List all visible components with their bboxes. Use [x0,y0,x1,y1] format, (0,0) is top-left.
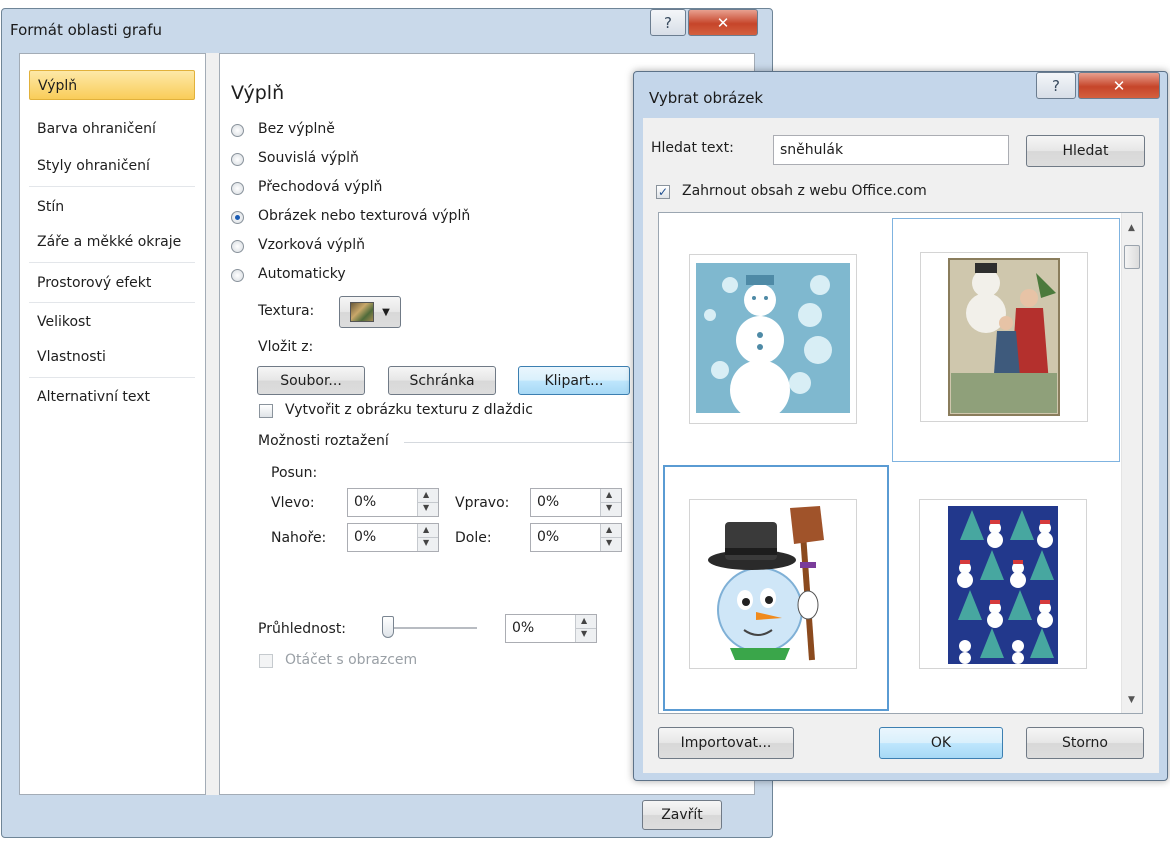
rotate-with-shape-checkbox[interactable] [259,654,273,668]
cancel-button[interactable]: Storno [1026,727,1144,759]
rotate-with-shape-label: Otáčet s obrazcem [285,652,418,668]
nav-item-3d-effect[interactable]: Prostorový efekt [29,268,195,298]
search-input[interactable]: sněhulák [773,135,1009,165]
chevron-down-icon: ▼ [382,306,390,318]
picture-dialog-title: Vybrat obrázek [649,89,764,107]
nav-item-glow-soft-edges[interactable]: Záře a měkké okraje [29,227,195,257]
radio-picture-texture-fill-label: Obrázek nebo texturová výplň [258,208,471,224]
help-icon[interactable]: ? [650,9,686,36]
nav-item-size[interactable]: Velikost [29,307,195,337]
close-window-button[interactable]: ✕ [688,9,758,36]
include-office-label: Zahrnout obsah z webu Office.com [682,183,927,199]
nav-separator [29,186,195,187]
scroll-thumb[interactable] [1124,245,1140,269]
right-offset-label: Vpravo: [455,495,510,511]
nav-item-properties[interactable]: Vlastnosti [29,342,195,372]
include-office-checkbox[interactable]: ✓ [656,185,670,199]
insert-file-button[interactable]: Soubor... [257,366,365,395]
texture-swatch-icon [350,302,375,322]
radio-gradient-fill[interactable] [231,182,244,195]
radio-no-fill[interactable] [231,124,244,137]
close-button[interactable]: Zavřít [642,800,722,830]
ok-button[interactable]: OK [879,727,1003,759]
scroll-down-icon[interactable]: ▼ [1128,695,1135,705]
transparency-slider-thumb[interactable] [382,616,394,638]
transparency-value: 0% [512,620,535,636]
radio-solid-fill[interactable] [231,153,244,166]
select-picture-dialog: Vybrat obrázek ? ✕ Hledat text: sněhulák… [633,71,1168,781]
top-offset-value: 0% [354,529,377,545]
victorian-snowman-image [920,252,1088,422]
bottom-offset-spinner[interactable]: 0% [530,523,622,552]
insert-clipart-button[interactable]: Klipart... [518,366,630,395]
panel-heading: Výplň [231,82,285,104]
transparency-spinner[interactable]: 0% [505,614,597,643]
snowman-blue-image [689,254,857,424]
offset-label: Posun: [271,465,318,481]
thumbnail-snowman-pattern[interactable] [892,465,1114,705]
insert-clipboard-button[interactable]: Schránka [388,366,496,395]
texture-dropdown[interactable]: ▼ [339,296,401,328]
nav-item-border-color[interactable]: Barva ohraničení [29,114,195,144]
left-offset-spinner[interactable]: 0% [347,488,439,517]
nav-item-border-styles[interactable]: Styly ohraničení [29,151,195,181]
radio-pattern-fill-label: Vzorková výplň [258,237,365,253]
radio-no-fill-label: Bez výplně [258,121,335,137]
transparency-slider-track[interactable] [385,627,477,629]
nav-item-alt-text[interactable]: Alternativní text [29,382,195,412]
top-offset-label: Nahoře: [271,530,327,546]
right-offset-spinner[interactable]: 0% [530,488,622,517]
tile-texture-label: Vytvořit z obrázku texturu z dlaždic [285,402,533,418]
scroll-up-icon[interactable]: ▲ [1128,223,1135,233]
spinner-arrows-icon[interactable] [600,524,621,551]
section-divider [404,442,632,443]
search-text-label: Hledat text: [651,140,734,156]
radio-solid-fill-label: Souvislá výplň [258,150,359,166]
import-button[interactable]: Importovat... [658,727,794,759]
transparency-label: Průhlednost: [258,621,347,637]
radio-gradient-fill-label: Přechodová výplň [258,179,383,195]
left-offset-value: 0% [354,494,377,510]
spinner-arrows-icon[interactable] [575,615,596,642]
nav-item-fill[interactable]: Výplň [29,70,195,100]
dialog-title: Formát oblasti grafu [10,21,162,39]
nav-separator [29,262,195,263]
close-window-button[interactable]: ✕ [1078,72,1160,99]
radio-picture-texture-fill[interactable] [231,211,244,224]
left-offset-label: Vlevo: [271,495,315,511]
thumbnail-victorian-snowman[interactable] [892,218,1120,462]
stretch-options-label: Možnosti roztažení [258,433,389,449]
texture-label: Textura: [258,303,315,319]
snowman-broom-image [689,499,857,669]
radio-pattern-fill[interactable] [231,240,244,253]
spinner-arrows-icon[interactable] [417,489,438,516]
top-offset-spinner[interactable]: 0% [347,523,439,552]
thumbnail-snowman-blue[interactable] [663,218,885,458]
nav-item-shadow[interactable]: Stín [29,192,195,222]
search-input-value: sněhulák [780,142,844,158]
nav-separator [29,377,195,378]
right-offset-value: 0% [537,494,560,510]
radio-automatic-label: Automaticky [258,266,346,282]
nav-separator [29,302,195,303]
radio-automatic[interactable] [231,269,244,282]
spinner-arrows-icon[interactable] [417,524,438,551]
insert-from-label: Vložit z: [258,339,314,355]
bottom-offset-value: 0% [537,529,560,545]
clipart-results-grid[interactable]: ▲ ▼ [658,212,1143,714]
snowman-pattern-image [919,499,1087,669]
thumbnail-snowman-broom[interactable] [663,465,889,711]
tile-texture-checkbox[interactable] [259,404,273,418]
spinner-arrows-icon[interactable] [600,489,621,516]
bottom-offset-label: Dole: [455,530,492,546]
help-icon[interactable]: ? [1036,72,1076,99]
search-button[interactable]: Hledat [1026,135,1145,167]
results-scrollbar[interactable]: ▲ ▼ [1121,213,1142,713]
